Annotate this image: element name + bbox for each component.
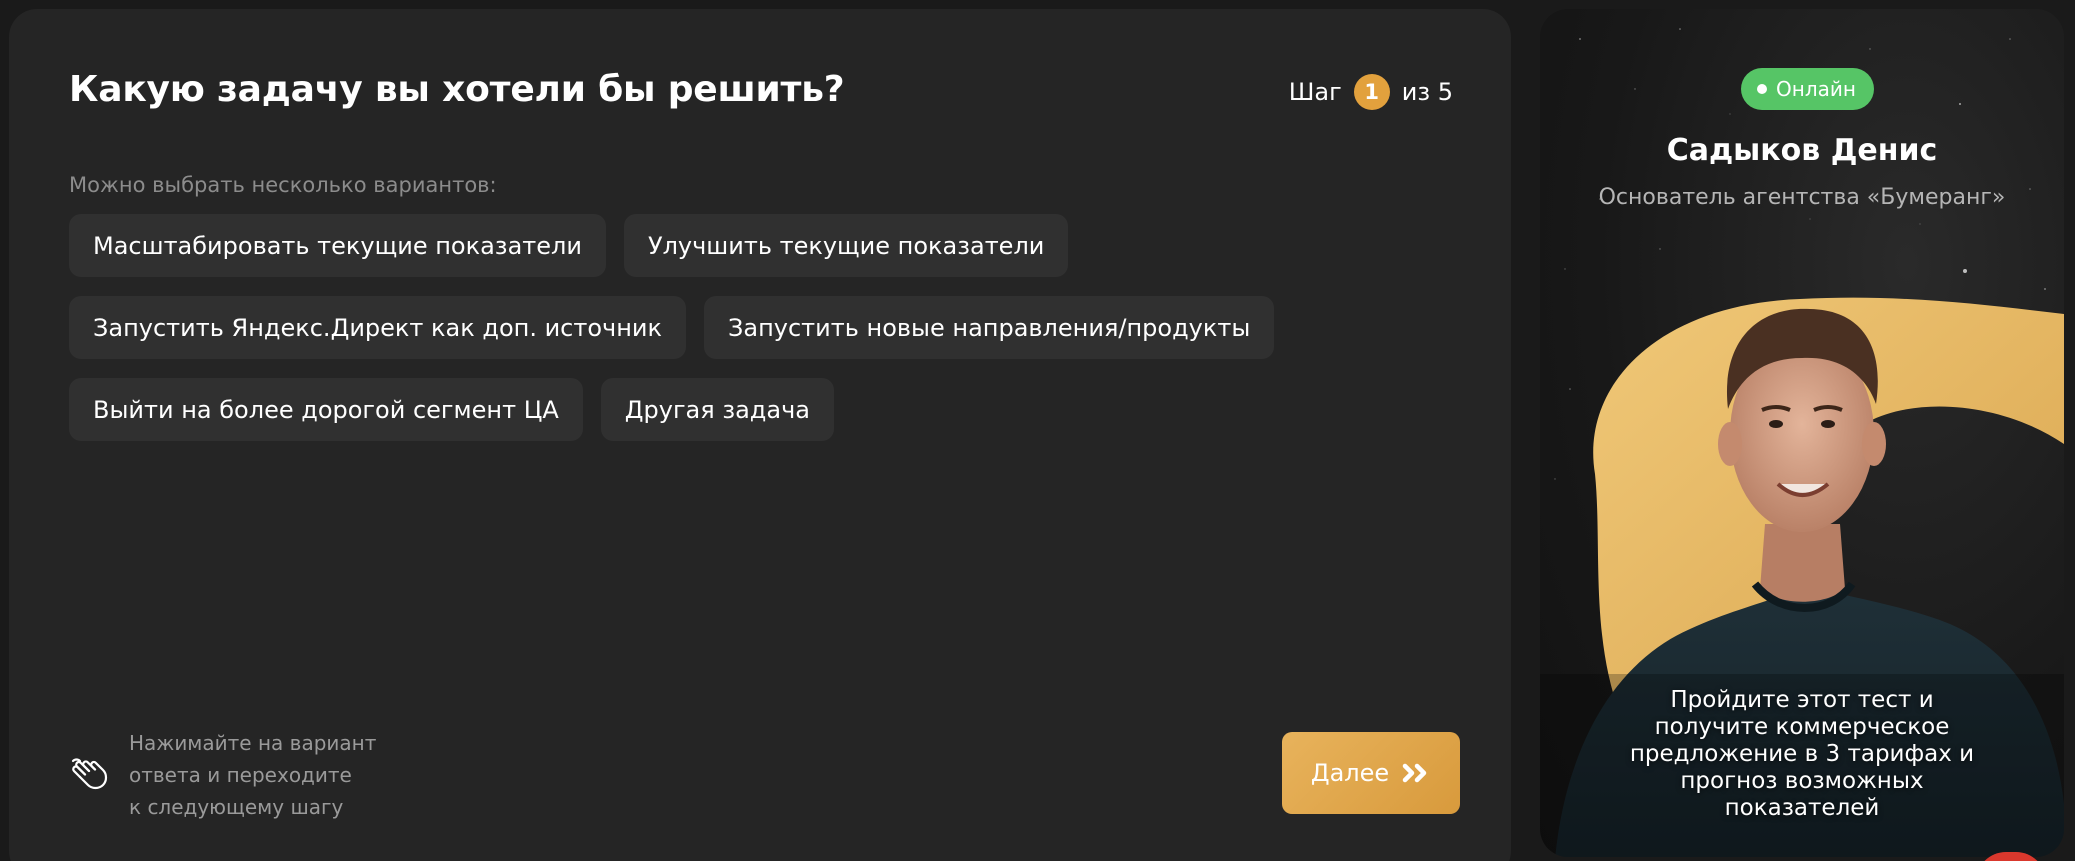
- next-button[interactable]: Далее: [1282, 732, 1460, 814]
- quiz-card: Какую задачу вы хотели бы решить? Шаг 1 …: [9, 9, 1511, 861]
- step-indicator: Шаг 1 из 5: [1289, 74, 1453, 110]
- footer-hint: Нажимайте на вариант ответа и переходите…: [69, 727, 389, 823]
- quiz-title: Какую задачу вы хотели бы решить?: [69, 69, 845, 110]
- options-row: Масштабировать текущие показатели Улучши…: [69, 214, 1469, 277]
- expert-role: Основатель агентства «Бумеранг»: [1598, 185, 2006, 210]
- expert-card: Онлайн Садыков Денис Основатель агентств…: [1540, 9, 2064, 857]
- step-suffix: из 5: [1401, 78, 1453, 106]
- expert-caption: Пройдите этот тест и получите коммерческ…: [1629, 687, 1975, 821]
- footer-hint-line: Нажимайте на вариант: [129, 731, 377, 755]
- option-launch-new-products[interactable]: Запустить новые направления/продукты: [704, 296, 1275, 359]
- online-dot-icon: [1757, 84, 1767, 94]
- page: Какую задачу вы хотели бы решить? Шаг 1 …: [0, 0, 2075, 861]
- option-other-task[interactable]: Другая задача: [600, 378, 834, 441]
- hand-pointer-icon: [71, 758, 108, 790]
- options-row: Запустить Яндекс.Директ как доп. источни…: [69, 296, 1469, 359]
- footer-hint-line: ответа и переходите: [129, 763, 352, 787]
- expert-name: Садыков Денис: [1666, 133, 1938, 168]
- step-number-badge: 1: [1353, 74, 1390, 110]
- option-premium-segment[interactable]: Выйти на более дорогой сегмент ЦА: [69, 378, 583, 441]
- footer-hint-text: Нажимайте на вариант ответа и переходите…: [129, 727, 389, 823]
- option-improve-metrics[interactable]: Улучшить текущие показатели: [623, 214, 1069, 277]
- option-launch-yandex-direct[interactable]: Запустить Яндекс.Директ как доп. источни…: [69, 296, 686, 359]
- online-status-label: Онлайн: [1776, 77, 1856, 101]
- footer-hint-line: к следующему шагу: [129, 795, 344, 819]
- multi-select-hint: Можно выбрать несколько вариантов:: [69, 173, 497, 197]
- next-button-label: Далее: [1310, 759, 1390, 787]
- options-row: Выйти на более дорогой сегмент ЦА Другая…: [69, 378, 1469, 441]
- answer-options: Масштабировать текущие показатели Улучши…: [69, 214, 1469, 460]
- online-status-badge: Онлайн: [1741, 68, 1874, 110]
- option-scale-metrics[interactable]: Масштабировать текущие показатели: [69, 214, 606, 277]
- double-chevron-right-icon: [1402, 763, 1427, 783]
- step-prefix: Шаг: [1288, 78, 1342, 106]
